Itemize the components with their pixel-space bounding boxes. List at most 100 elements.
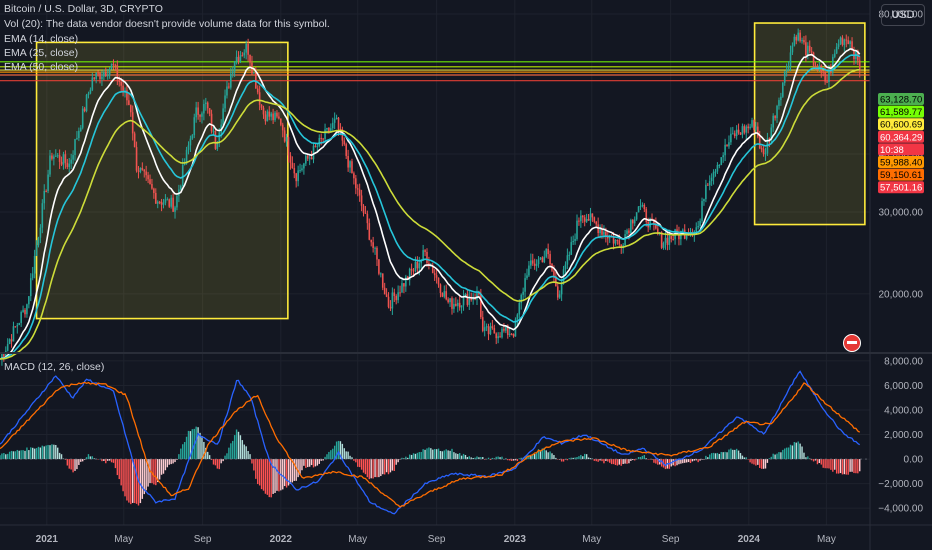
macd-histogram-bar bbox=[282, 459, 284, 490]
candle-body bbox=[735, 129, 738, 137]
macd-histogram-bar bbox=[612, 459, 615, 465]
candle-body bbox=[262, 107, 265, 115]
candle-body bbox=[510, 333, 513, 335]
macd-histogram-bar bbox=[178, 454, 180, 460]
price-pane[interactable] bbox=[0, 22, 870, 366]
candle-body bbox=[599, 228, 601, 233]
macd-histogram-bar bbox=[222, 459, 224, 462]
us-flag-event-icon[interactable] bbox=[843, 334, 861, 352]
macd-histogram-bar bbox=[835, 459, 838, 474]
price-label-text: 63,128.70 bbox=[880, 95, 922, 106]
candle-body bbox=[441, 293, 444, 297]
macd-histogram-bar bbox=[20, 450, 22, 460]
macd-histogram-bar bbox=[228, 447, 230, 460]
candle-body bbox=[797, 32, 799, 41]
macd-tick-label: −2,000.00 bbox=[878, 479, 923, 490]
price-label-text: 57,501.16 bbox=[880, 183, 922, 194]
macd-histogram-bar bbox=[626, 459, 628, 464]
candle-body bbox=[356, 188, 359, 190]
macd-histogram-bar bbox=[370, 459, 372, 479]
time-tick-label: May bbox=[114, 534, 133, 545]
candle-body bbox=[214, 131, 217, 149]
highlight-box-1 bbox=[35, 41, 289, 320]
macd-histogram-bar bbox=[784, 448, 786, 460]
candle-body bbox=[204, 102, 207, 105]
candle-body bbox=[639, 205, 642, 207]
macd-histogram-bar bbox=[207, 451, 209, 460]
macd-histogram-bar bbox=[851, 459, 853, 472]
candle-body bbox=[253, 72, 255, 74]
macd-histogram-bar bbox=[762, 459, 765, 469]
candle-body bbox=[160, 201, 163, 205]
ema25-legend[interactable]: EMA (25, close) bbox=[4, 47, 78, 59]
candle-body bbox=[399, 292, 401, 294]
candle-body bbox=[374, 247, 376, 249]
macd-histogram-bar bbox=[45, 445, 47, 460]
macd-histogram-bar bbox=[597, 459, 599, 462]
macd-histogram-bar bbox=[383, 459, 386, 475]
ema50-legend[interactable]: EMA (50, close) bbox=[4, 61, 78, 73]
price-label-text: 60,600.69 bbox=[880, 120, 922, 131]
candle-body bbox=[295, 173, 297, 182]
macd-histogram-bar bbox=[622, 459, 624, 465]
candle-body bbox=[524, 278, 526, 292]
candle-body bbox=[56, 155, 59, 157]
macd-pane[interactable] bbox=[0, 370, 870, 515]
macd-histogram-bar bbox=[743, 457, 746, 460]
macd-histogram-bar bbox=[407, 457, 409, 460]
candle-body bbox=[706, 184, 709, 186]
candle-body bbox=[737, 129, 740, 133]
macd-legend[interactable]: MACD (12, 26, close) bbox=[4, 361, 104, 373]
ema14-legend[interactable]: EMA (14, close) bbox=[4, 33, 78, 45]
candle-body bbox=[39, 227, 42, 238]
macd-histogram-bar bbox=[572, 457, 574, 460]
macd-histogram-bar bbox=[816, 459, 819, 465]
candle-body bbox=[181, 164, 184, 187]
macd-histogram-bar bbox=[283, 459, 286, 487]
candle-body bbox=[535, 264, 538, 266]
macd-histogram-bar bbox=[582, 456, 584, 460]
candle-body bbox=[85, 94, 88, 112]
macd-histogram-bar bbox=[241, 440, 244, 460]
candle-body bbox=[70, 159, 72, 164]
macd-histogram-bar bbox=[689, 459, 692, 463]
candle-body bbox=[455, 303, 457, 306]
macd-histogram-bar bbox=[822, 459, 824, 468]
candle-body bbox=[456, 302, 459, 306]
macd-histogram-bar bbox=[243, 444, 245, 460]
candle-body bbox=[68, 163, 71, 168]
macd-histogram-bar bbox=[262, 459, 265, 491]
candle-body bbox=[93, 77, 96, 80]
macd-histogram-bar bbox=[791, 445, 794, 460]
time-tick-label: Sep bbox=[428, 534, 446, 545]
macd-histogram-bar bbox=[224, 455, 226, 460]
macd-histogram-bar bbox=[264, 459, 267, 494]
macd-histogram-bar bbox=[249, 454, 251, 460]
time-tick-label: Sep bbox=[662, 534, 680, 545]
macd-histogram-bar bbox=[349, 455, 351, 460]
candle-body bbox=[541, 257, 544, 263]
candle-body bbox=[362, 205, 365, 213]
macd-histogram-bar bbox=[722, 452, 724, 460]
macd-histogram-bar bbox=[51, 444, 53, 460]
candle-body bbox=[516, 314, 519, 320]
currency-button[interactable]: USD bbox=[881, 4, 925, 26]
macd-histogram-bar bbox=[799, 443, 801, 460]
candle-body bbox=[16, 325, 19, 327]
macd-histogram-bar bbox=[308, 459, 311, 467]
macd-histogram-bar bbox=[437, 448, 440, 460]
macd-histogram-bar bbox=[1, 453, 3, 460]
price-label-text: 59,150.61 bbox=[880, 170, 922, 181]
candle-body bbox=[47, 174, 49, 192]
candle-body bbox=[231, 71, 234, 74]
macd-histogram-bar bbox=[201, 436, 203, 460]
macd-histogram-bar bbox=[166, 459, 169, 468]
chart-canvas[interactable]: 20,000.0030,000.0040,000.0080,000.008,00… bbox=[0, 0, 932, 550]
candle-body bbox=[316, 146, 319, 148]
candle-body bbox=[487, 326, 490, 335]
candle-body bbox=[460, 305, 463, 308]
candle-body bbox=[89, 89, 92, 94]
macd-histogram-bar bbox=[185, 436, 188, 460]
macd-histogram-bar bbox=[753, 459, 755, 465]
time-tick-label: May bbox=[348, 534, 367, 545]
